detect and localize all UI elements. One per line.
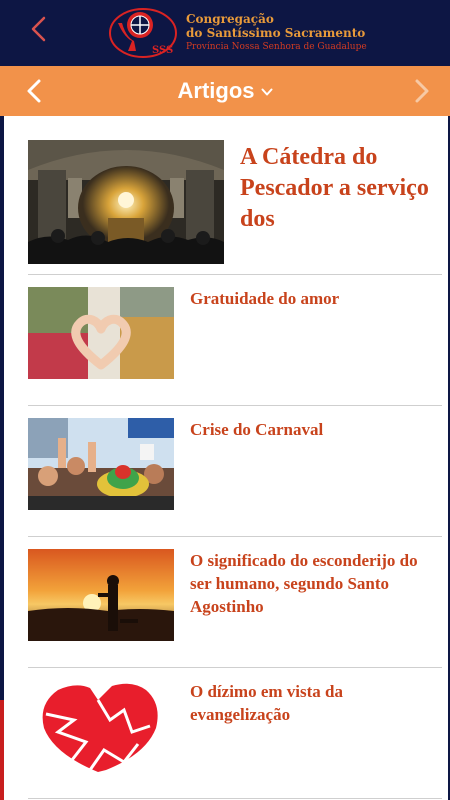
app-header: SSS Congregação do Santíssimo Sacramento… [0, 0, 450, 66]
svg-text:SSS: SSS [152, 45, 173, 56]
chevron-down-icon [261, 88, 272, 96]
chevron-left-icon [31, 16, 46, 42]
divider [28, 405, 442, 406]
list-item[interactable]: O dízimo em vista da evangelização [28, 680, 442, 772]
article-image[interactable] [28, 287, 174, 379]
org-name-line1: Congregação [186, 12, 274, 26]
category-title: Artigos [177, 78, 255, 103]
list-item[interactable]: O significado do esconderijo do ser huma… [28, 549, 442, 641]
article-image[interactable] [28, 549, 174, 641]
featured-article-image[interactable] [28, 140, 224, 264]
chevron-right-icon [415, 79, 429, 103]
article-image[interactable] [28, 418, 174, 510]
article-title[interactable]: Gratuidade do amor [190, 287, 440, 310]
divider [28, 274, 442, 275]
featured-article-title[interactable]: A Cátedra do Pescador a serviço dos [240, 142, 440, 235]
article-image[interactable] [28, 680, 174, 772]
org-province: Província Nossa Senhora de Guadalupe [186, 42, 367, 52]
divider [28, 536, 442, 537]
congregation-logo: SSS [108, 7, 178, 59]
featured-article[interactable]: A Cátedra do Pescador a serviço dos [28, 140, 442, 268]
divider [28, 667, 442, 668]
list-item[interactable]: Gratuidade do amor [28, 287, 442, 379]
category-bar: Artigos [0, 66, 450, 116]
divider [28, 798, 442, 799]
article-feed[interactable]: A Cátedra do Pescador a serviço dos Grat… [4, 116, 448, 800]
article-title[interactable]: O significado do esconderijo do ser huma… [190, 549, 440, 618]
org-name-line2: do Santíssimo Sacramento [186, 26, 366, 40]
list-item[interactable]: Crise do Carnaval [28, 418, 442, 510]
category-selector[interactable]: Artigos [0, 78, 450, 104]
organization-name: Congregação do Santíssimo Sacramento Pro… [186, 12, 367, 53]
next-category-button[interactable] [410, 78, 434, 104]
back-button[interactable] [24, 14, 54, 44]
article-title[interactable]: Crise do Carnaval [190, 418, 440, 441]
article-title[interactable]: O dízimo em vista da evangelização [190, 680, 440, 726]
